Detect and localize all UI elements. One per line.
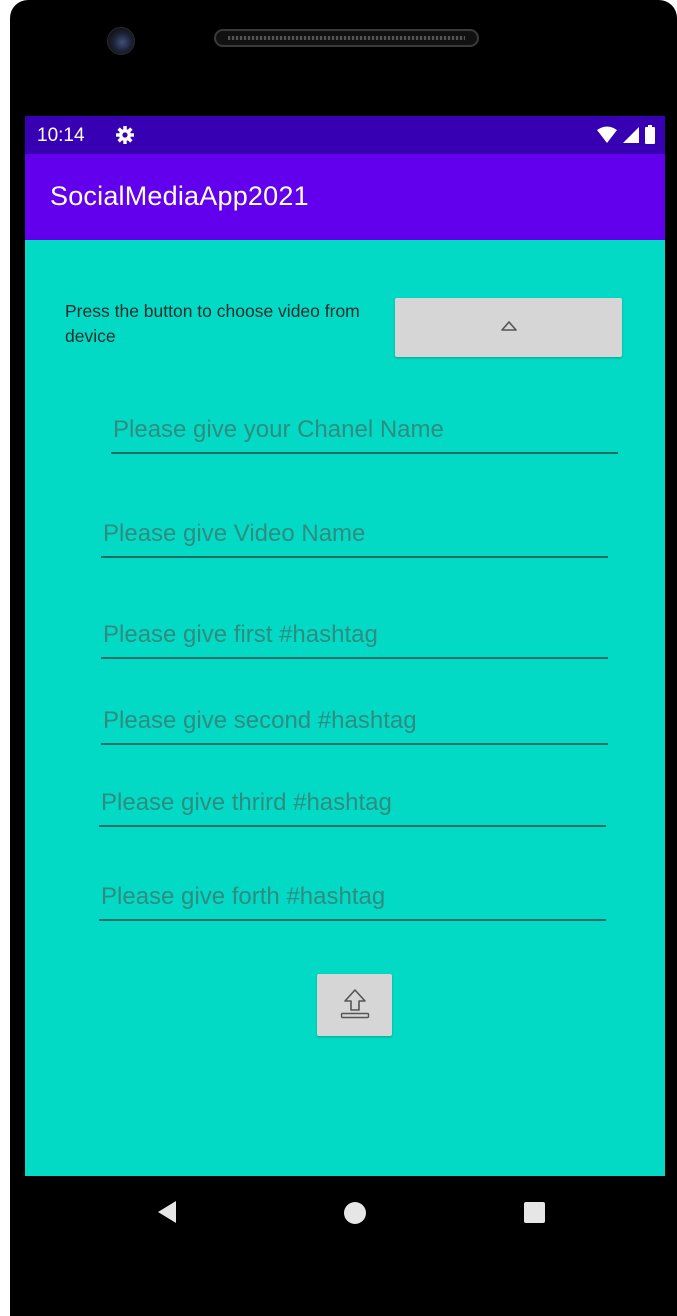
hashtag-3-input[interactable] xyxy=(99,789,606,825)
choose-video-prompt: Press the button to choose video from de… xyxy=(65,301,360,346)
app-title: SocialMediaApp2021 xyxy=(50,181,309,211)
camera-lens xyxy=(107,27,135,55)
wifi-icon xyxy=(597,126,617,149)
status-bar: 10:14 xyxy=(25,116,665,154)
choose-video-button[interactable] xyxy=(395,298,622,357)
upload-button[interactable] xyxy=(317,974,392,1036)
status-time: 10:14 xyxy=(37,125,85,146)
hashtag-4-input[interactable] xyxy=(99,883,606,919)
phone-frame: 10:14 SocialMediaApp2021 Press the butto… xyxy=(10,0,677,1316)
channel-name-input[interactable] xyxy=(111,416,618,452)
hashtag-2-input[interactable] xyxy=(101,707,608,743)
screen: 10:14 SocialMediaApp2021 Press the butto… xyxy=(25,116,665,1176)
system-nav-bar xyxy=(25,1176,665,1246)
speaker-grille xyxy=(228,36,465,40)
video-name-input[interactable] xyxy=(101,520,608,556)
battery-icon xyxy=(645,125,655,149)
home-icon[interactable] xyxy=(344,1202,366,1224)
channel-name-field[interactable] xyxy=(111,416,618,454)
back-icon[interactable] xyxy=(157,1200,177,1229)
hashtag-2-field[interactable] xyxy=(101,707,608,745)
hashtag-4-field[interactable] xyxy=(99,883,606,921)
signal-icon xyxy=(623,126,639,149)
app-bar: SocialMediaApp2021 xyxy=(25,154,665,240)
hashtag-1-field[interactable] xyxy=(101,621,608,659)
gear-icon xyxy=(115,125,135,149)
upload-icon xyxy=(339,986,371,1025)
hashtag-1-input[interactable] xyxy=(101,621,608,657)
earpiece-speaker xyxy=(214,29,479,47)
eject-arrow-icon xyxy=(500,319,518,337)
recents-icon[interactable] xyxy=(524,1202,545,1223)
hashtag-3-field[interactable] xyxy=(99,789,606,827)
video-name-field[interactable] xyxy=(101,520,608,558)
status-icons xyxy=(597,125,655,149)
